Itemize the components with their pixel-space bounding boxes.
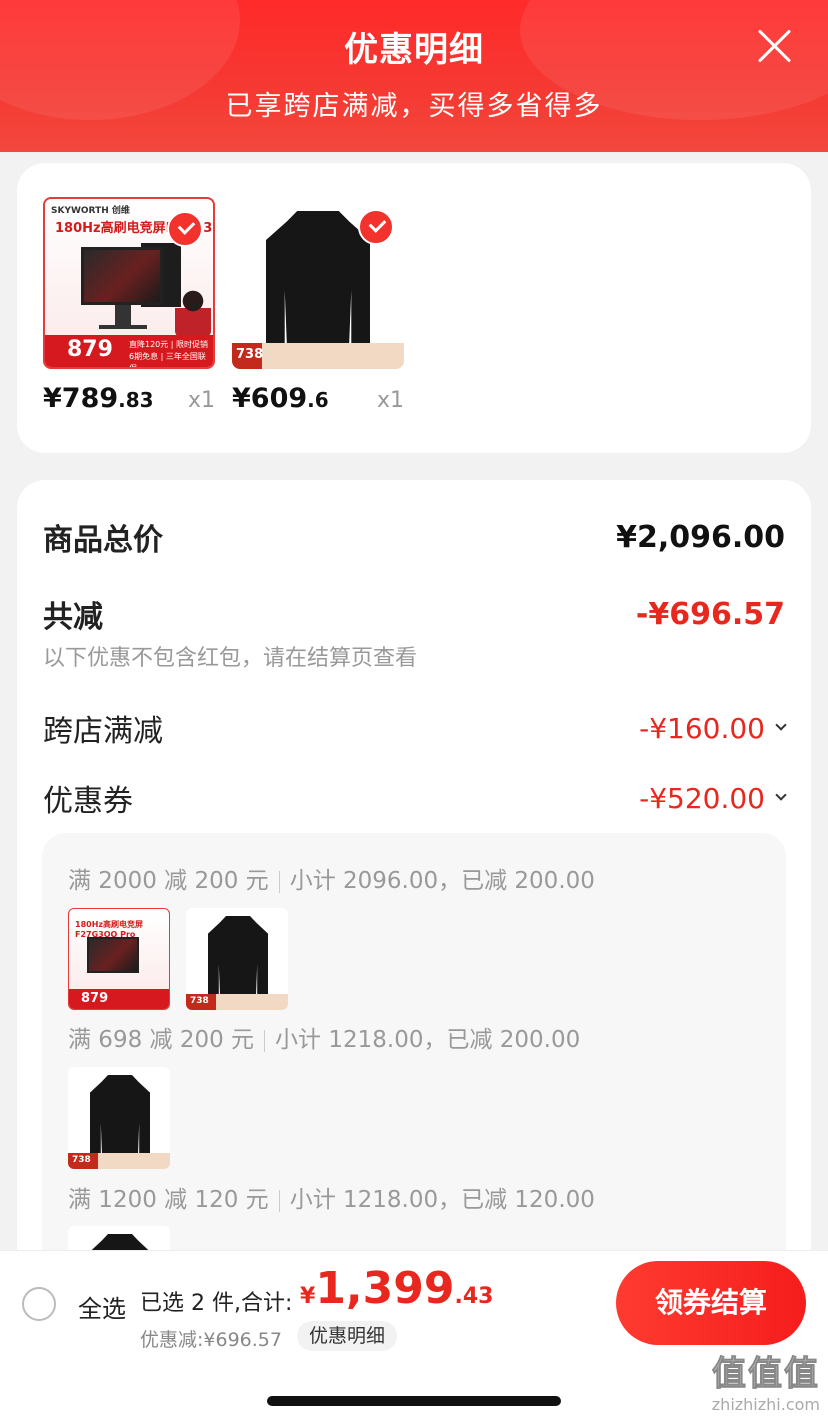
selected-count: 已选 2 件,合计: [140, 1291, 293, 1316]
coupon-label: 优惠券 [43, 784, 133, 819]
cross-store-label: 跨店满减 [43, 714, 163, 749]
price-row: ¥789.83 x1 [43, 383, 215, 414]
monitor-screen-illustration [81, 247, 163, 305]
product-thumbnail-monitor: 180Hz高刷电竞屏F27G3OQ Pro 879 [68, 908, 170, 1010]
total-row: 商品总价 ¥2,096.00 [43, 515, 785, 559]
check-icon[interactable] [167, 211, 203, 247]
total-value: ¥2,096.00 [616, 519, 785, 555]
discount-value: -¥696.57 [635, 596, 785, 632]
rule-text: 满 2000 减 200 元小计 2096.00，已减 200.00 [68, 868, 595, 894]
total-label: 商品总价 [43, 523, 163, 558]
close-icon[interactable] [754, 26, 794, 66]
watermark: 值值值 zhizhizhi.com [711, 1354, 820, 1415]
checkout-button[interactable]: 领券结算 [616, 1261, 806, 1345]
price-row: ¥609.6 x1 [232, 383, 404, 414]
discount-row: 共减 -¥696.57 [43, 592, 785, 636]
coupon-value: -¥520.00 [639, 781, 765, 815]
monitor-base-illustration [99, 325, 147, 329]
product-price: ¥789.83 [43, 383, 154, 414]
chevron-down-icon[interactable] [775, 789, 787, 801]
cross-store-value-group[interactable]: -¥160.00 [639, 711, 787, 745]
product-thumbnail-jacket: 738 [68, 1067, 170, 1169]
header: 优惠明细 已享跨店满减，买得多省得多 [0, 0, 828, 160]
cross-store-value: -¥160.00 [639, 711, 765, 745]
check-icon[interactable] [358, 209, 394, 245]
promo-text: 直降120元 | 限时促销 6期免息 | 三年全国联保 [129, 340, 209, 369]
product-image-jacket[interactable]: 738 [232, 197, 404, 369]
product-item[interactable]: 738 ¥609.6 x1 [232, 197, 404, 414]
promo-banner: 738 [232, 343, 404, 369]
coupon-value-group[interactable]: -¥520.00 [639, 781, 787, 815]
product-thumbnail-jacket: 738 [186, 908, 288, 1010]
brand-label: SKYWORTH 创维 [51, 206, 130, 216]
product-quantity: x1 [187, 388, 215, 413]
cross-store-row[interactable]: 跨店满减 -¥160.00 [43, 706, 787, 750]
select-all-radio[interactable] [22, 1287, 56, 1321]
monitor-stand-illustration [115, 305, 131, 327]
saved-amount: 优惠减:¥696.57 [140, 1329, 282, 1351]
discount-note: 以下优惠不包含红包，请在结算页查看 [43, 646, 418, 671]
home-indicator[interactable] [267, 1396, 561, 1406]
product-card: SKYWORTH 创维 180Hz高刷电竞屏F27G3 879 直降120元 |… [17, 163, 811, 453]
promo-banner: 879 直降120元 | 限时促销 6期免息 | 三年全国联保 [45, 335, 213, 367]
discount-label: 共减 [43, 600, 103, 635]
product-item[interactable]: SKYWORTH 创维 180Hz高刷电竞屏F27G3 879 直降120元 |… [43, 197, 215, 414]
select-all-label[interactable]: 全选 [78, 1289, 126, 1324]
product-image-monitor[interactable]: SKYWORTH 创维 180Hz高刷电竞屏F27G3 879 直降120元 |… [43, 197, 215, 369]
promo-price: 879 [67, 337, 113, 362]
promo-price: 738 [236, 347, 264, 362]
product-price: ¥609.6 [232, 383, 329, 414]
page-title: 优惠明细 [344, 30, 484, 70]
discount-detail-link[interactable]: 优惠明细 [297, 1321, 398, 1351]
chevron-down-icon[interactable] [775, 719, 787, 731]
product-quantity: x1 [376, 388, 404, 413]
total-price: ¥1,399.43 [300, 1263, 494, 1314]
model-illustration [175, 289, 211, 337]
rule-text: 满 698 减 200 元小计 1218.00，已减 200.00 [68, 1027, 581, 1053]
coupon-row[interactable]: 优惠券 -¥520.00 [43, 776, 787, 820]
page-subtitle: 已享跨店满减，买得多省得多 [225, 91, 603, 122]
rule-text: 满 1200 减 120 元小计 1218.00，已减 120.00 [68, 1187, 595, 1213]
jacket-illustration [266, 211, 370, 343]
